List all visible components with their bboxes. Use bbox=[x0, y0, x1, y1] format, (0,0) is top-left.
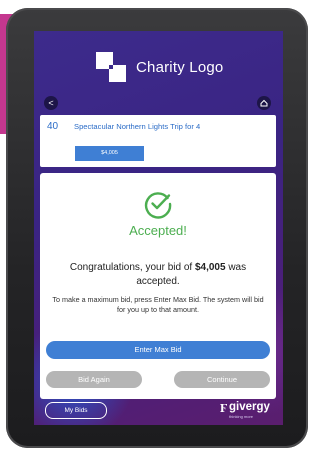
logo-text: Charity Logo bbox=[136, 58, 224, 76]
check-circle-icon bbox=[144, 192, 172, 219]
bid-accepted-dialog: Accepted! Congratulations, your bid of $… bbox=[40, 173, 276, 399]
app-screen: Charity Logo < 40 Spectacular Northern L… bbox=[34, 31, 283, 425]
charity-logo: Charity Logo bbox=[96, 47, 223, 87]
enter-max-bid-button[interactable]: Enter Max Bid bbox=[46, 341, 270, 359]
brand-name: givergy bbox=[229, 401, 270, 413]
current-bid-badge: $4,005 bbox=[75, 146, 144, 161]
givergy-logo: 𝟊 givergy thinking more bbox=[220, 400, 280, 422]
home-icon bbox=[260, 99, 268, 107]
brand-tagline: thinking more bbox=[229, 414, 254, 419]
congratulations-message: Congratulations, your bid of $4,005 was … bbox=[69, 262, 247, 287]
chevron-left-icon: < bbox=[48, 98, 54, 108]
auction-item-bar: 40 Spectacular Northern Lights Trip for … bbox=[40, 115, 276, 167]
max-bid-info: To make a maximum bid, press Enter Max B… bbox=[52, 295, 264, 314]
accepted-heading: Accepted! bbox=[129, 223, 187, 238]
my-bids-button[interactable]: My Bids bbox=[45, 402, 107, 419]
continue-button[interactable]: Continue bbox=[174, 371, 270, 388]
bid-amount: $4,005 bbox=[194, 262, 226, 273]
home-button[interactable] bbox=[257, 96, 271, 110]
item-title: Spectacular Northern Lights Trip for 4 bbox=[74, 122, 201, 131]
back-button[interactable]: < bbox=[44, 96, 58, 110]
bid-again-button[interactable]: Bid Again bbox=[46, 371, 142, 388]
item-number: 40 bbox=[47, 121, 59, 132]
logo-icon bbox=[96, 52, 126, 82]
